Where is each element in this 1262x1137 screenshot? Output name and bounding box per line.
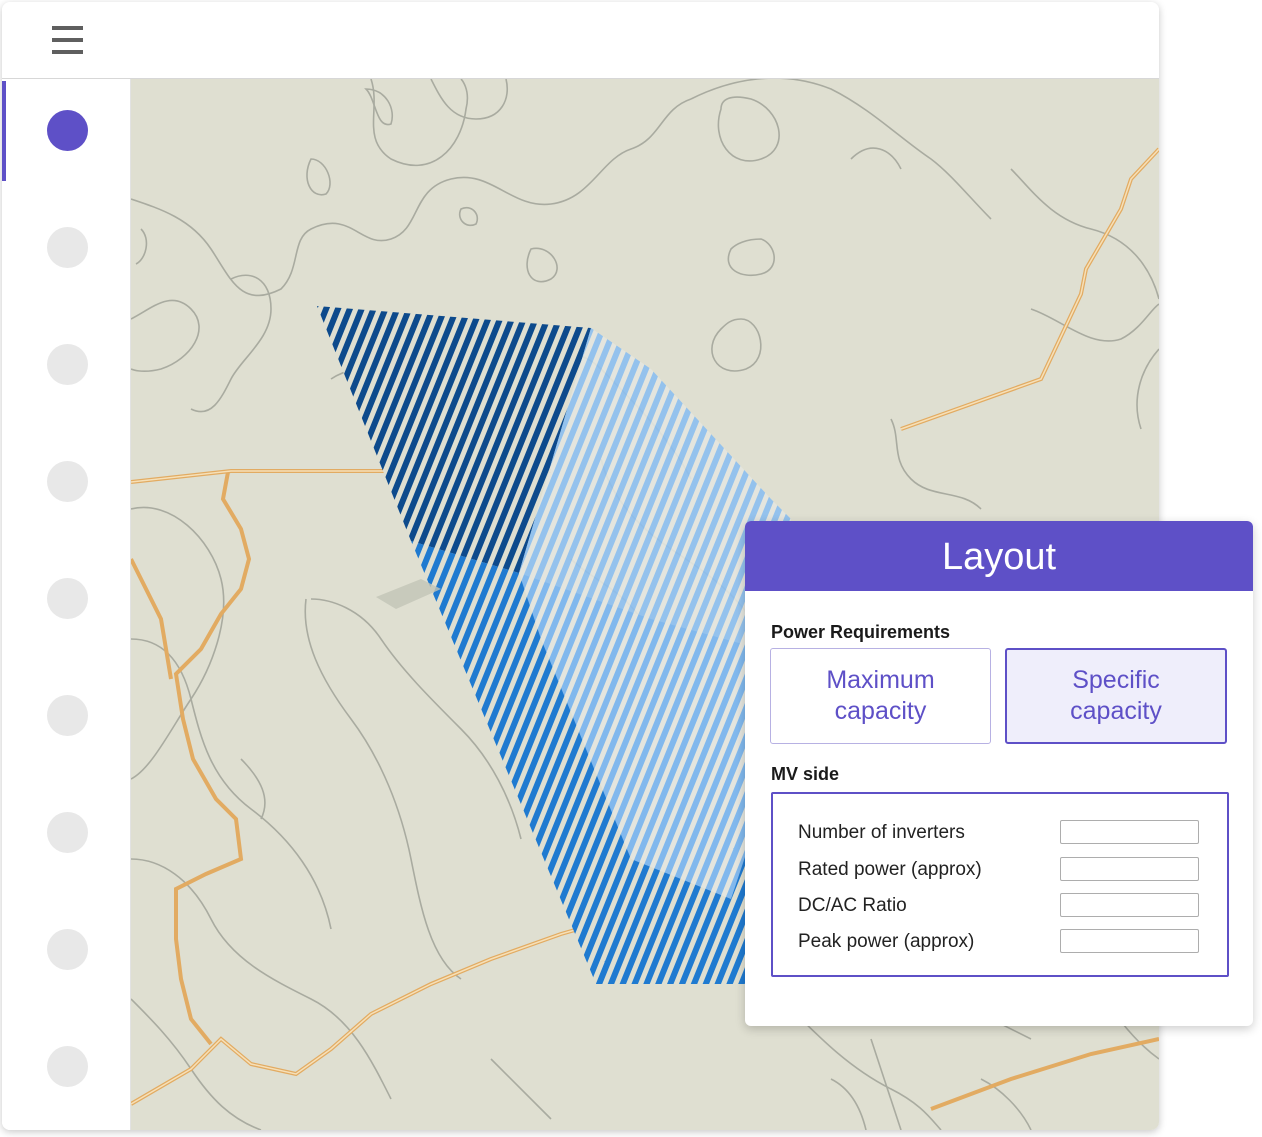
maximum-capacity-label-line2: capacity (834, 697, 927, 725)
sidebar-step-1[interactable] (47, 110, 88, 151)
sidebar-step-9[interactable] (47, 1046, 88, 1087)
number-of-inverters-label: Number of inverters (798, 822, 965, 843)
mv-side-form: Number of inverters Rated power (approx)… (771, 792, 1229, 977)
peak-power-input[interactable] (1060, 929, 1199, 953)
sidebar-step-6[interactable] (47, 695, 88, 736)
sidebar-step-4[interactable] (47, 461, 88, 502)
maximum-capacity-label-line1: Maximum (826, 666, 935, 694)
rated-power-label: Rated power (approx) (798, 859, 982, 880)
sidebar-step-2[interactable] (47, 227, 88, 268)
site-area[interactable] (317, 306, 791, 984)
sidebar-step-5[interactable] (47, 578, 88, 619)
active-step-indicator (2, 81, 6, 181)
field-row-dc-ac-ratio: DC/AC Ratio (773, 891, 1227, 919)
power-requirements-heading: Power Requirements (771, 622, 951, 642)
specific-capacity-button[interactable]: Specific capacity (1005, 648, 1227, 744)
rated-power-input[interactable] (1060, 857, 1199, 881)
number-of-inverters-input[interactable] (1060, 820, 1199, 844)
field-row-number-of-inverters: Number of inverters (773, 818, 1227, 846)
sidebar-step-7[interactable] (47, 812, 88, 853)
peak-power-label: Peak power (approx) (798, 931, 975, 952)
panel-title: Layout (745, 521, 1253, 591)
sidebar-step-3[interactable] (47, 344, 88, 385)
specific-capacity-label-line2: capacity (1070, 697, 1162, 725)
field-row-rated-power: Rated power (approx) (773, 855, 1227, 883)
field-row-peak-power: Peak power (approx) (773, 927, 1227, 955)
maximum-capacity-button[interactable]: Maximum capacity (770, 648, 991, 744)
hamburger-menu-icon[interactable] (50, 22, 86, 58)
step-sidebar (2, 79, 131, 1130)
layout-panel: Layout Power Requirements Maximum capaci… (745, 521, 1253, 1026)
dc-ac-ratio-input[interactable] (1060, 893, 1199, 917)
specific-capacity-label-line1: Specific (1072, 666, 1160, 694)
dc-ac-ratio-label: DC/AC Ratio (798, 895, 907, 916)
top-bar (2, 2, 1159, 79)
mv-side-heading: MV side (771, 764, 840, 784)
sidebar-step-8[interactable] (47, 929, 88, 970)
